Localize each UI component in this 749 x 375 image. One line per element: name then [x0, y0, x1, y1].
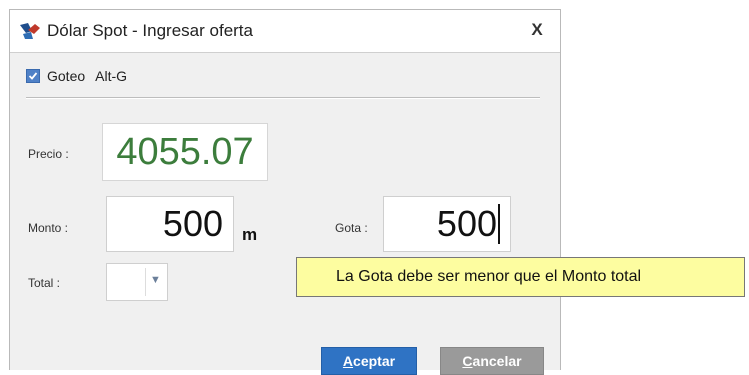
close-button[interactable]: X [526, 19, 548, 41]
chevron-down-icon[interactable]: ▼ [150, 274, 161, 286]
precio-value: 4055.07 [116, 130, 254, 173]
goteo-shortcut: Alt-G [95, 68, 128, 84]
divider [26, 97, 540, 99]
monto-label: Monto : [28, 221, 69, 235]
gota-value: 500 [436, 203, 497, 244]
accept-button[interactable]: Aceptar [321, 347, 417, 375]
cancel-label: ancelar [472, 353, 522, 369]
monto-input[interactable]: 500 [106, 196, 234, 252]
accept-mnemonic: A [342, 353, 354, 369]
gota-label: Gota : [335, 221, 368, 235]
cancel-button[interactable]: Cancelar [440, 347, 544, 375]
monto-unit: m [242, 225, 258, 244]
total-label: Total : [28, 276, 61, 290]
accept-label: ceptar [353, 353, 396, 369]
text-cursor [498, 204, 500, 244]
tooltip-text: La Gota debe ser menor que el Monto tota… [336, 268, 642, 285]
goteo-label: Goteo [47, 68, 86, 84]
goteo-checkbox[interactable] [26, 69, 40, 83]
total-dropdown[interactable]: ▼ [106, 263, 168, 301]
precio-field[interactable]: 4055.07 [102, 123, 268, 181]
dropdown-separator [145, 268, 146, 296]
cancel-mnemonic: C [462, 353, 473, 369]
precio-label: Precio : [28, 147, 69, 161]
validation-tooltip: La Gota debe ser menor que el Monto tota… [296, 257, 745, 297]
gota-input[interactable]: 500 [383, 196, 511, 252]
dialog-title: Dólar Spot - Ingresar oferta [47, 21, 253, 40]
app-logo-icon [19, 22, 41, 40]
goteo-option: Goteo Alt-G [26, 67, 127, 85]
offer-dialog: Dólar Spot - Ingresar oferta X Goteo Alt… [9, 9, 561, 375]
monto-value: 500 [162, 203, 223, 244]
dialog-titlebar: Dólar Spot - Ingresar oferta X [10, 10, 560, 53]
checkmark-icon [28, 72, 38, 80]
